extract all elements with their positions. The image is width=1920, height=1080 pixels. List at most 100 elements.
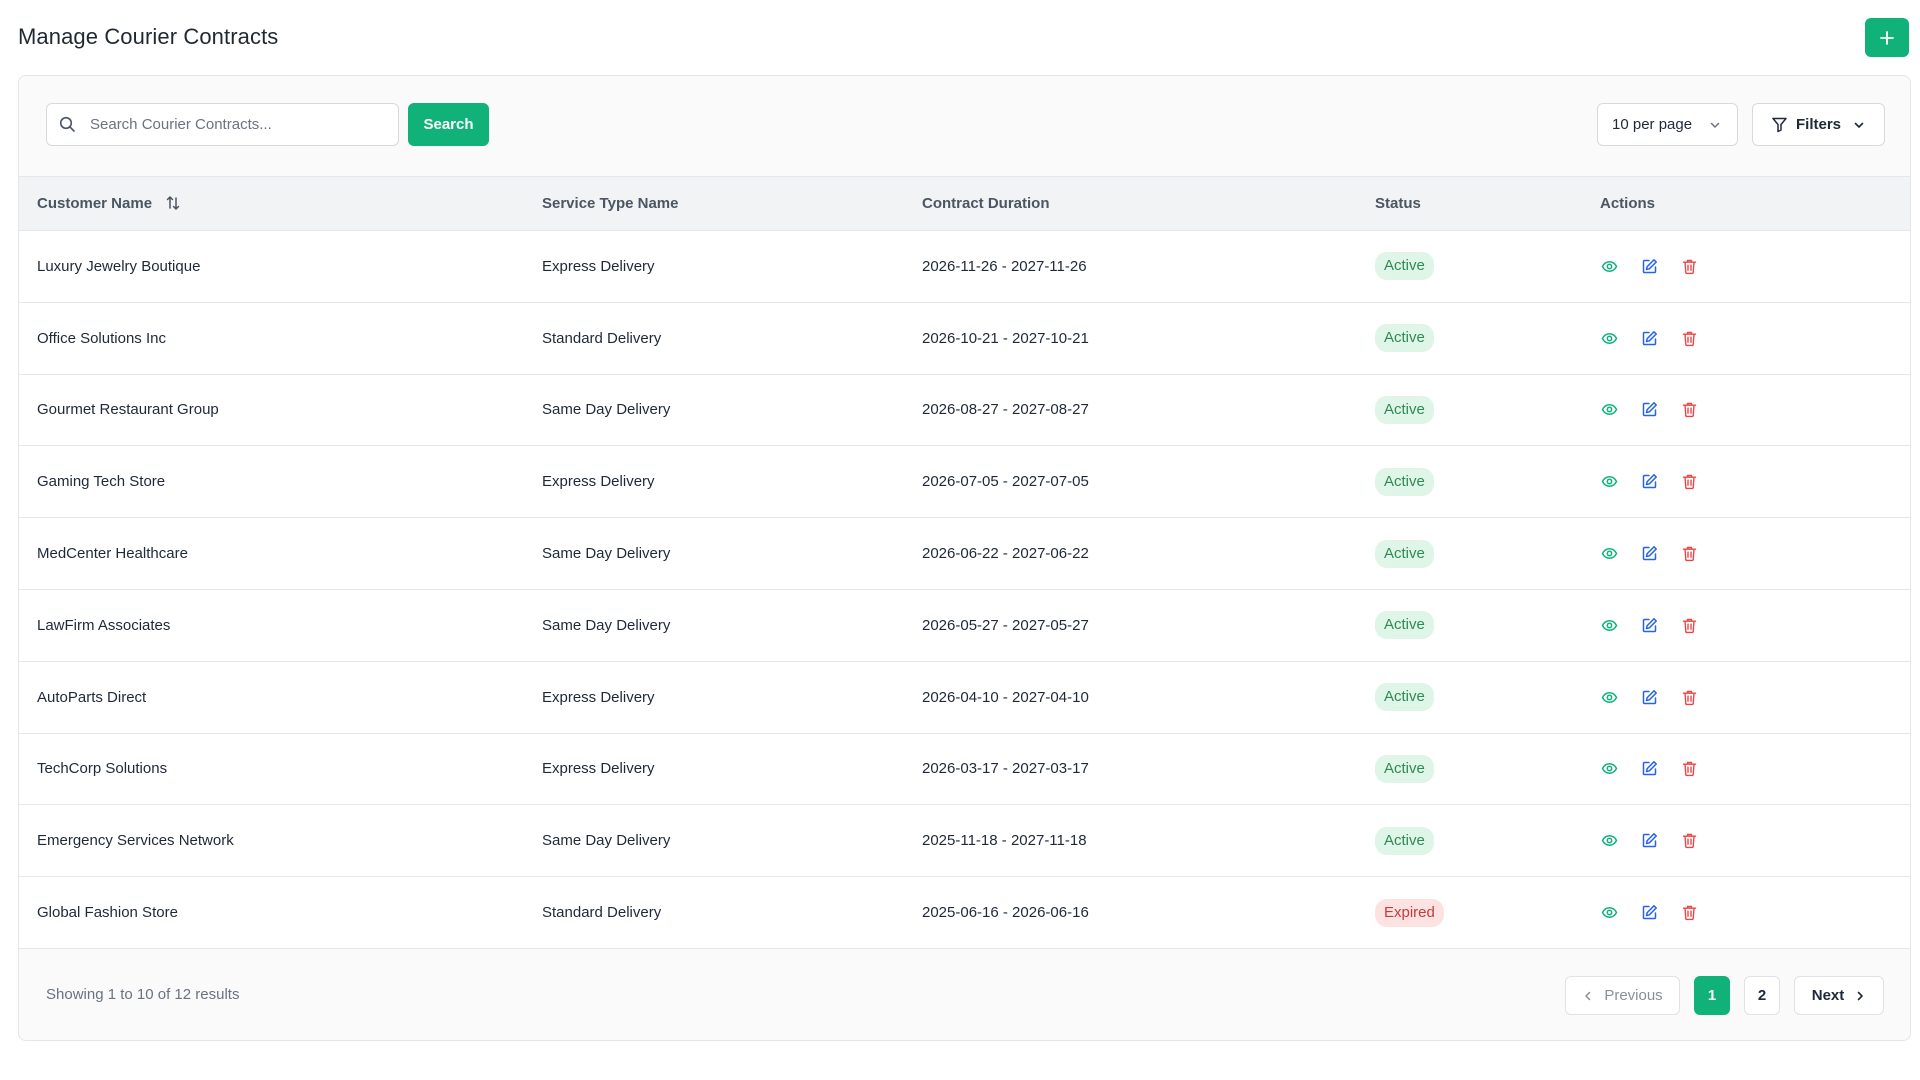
status-badge: Active bbox=[1375, 395, 1434, 424]
delete-button[interactable] bbox=[1680, 616, 1698, 634]
cell-customer-name: Luxury Jewelry Boutique bbox=[37, 257, 201, 275]
cell-actions bbox=[1582, 374, 1910, 446]
trash-icon bbox=[1682, 546, 1696, 562]
trash-icon bbox=[1682, 259, 1696, 274]
page-button-1[interactable]: 1 bbox=[1694, 976, 1730, 1015]
table-row: TechCorp Solutions Express Delivery 2026-0… bbox=[19, 733, 1910, 805]
eye-icon bbox=[1601, 835, 1617, 847]
cell-status: Active bbox=[1357, 446, 1582, 518]
cell-status: Active bbox=[1357, 733, 1582, 805]
view-button[interactable] bbox=[1600, 904, 1618, 922]
edit-icon bbox=[1642, 258, 1657, 274]
delete-button[interactable] bbox=[1680, 688, 1698, 706]
edit-button[interactable] bbox=[1640, 832, 1658, 850]
edit-button[interactable] bbox=[1640, 688, 1658, 706]
trash-icon bbox=[1682, 403, 1696, 418]
search-button[interactable]: Search bbox=[408, 103, 489, 146]
per-page-value: 10 per page bbox=[1612, 116, 1693, 133]
edit-button[interactable] bbox=[1640, 545, 1658, 563]
cell-actions bbox=[1582, 446, 1910, 518]
cell-service-type: Same Day Delivery bbox=[542, 545, 671, 563]
table-row: Gaming Tech Store Express Delivery 2026-07… bbox=[19, 445, 1910, 518]
delete-button[interactable] bbox=[1680, 760, 1698, 778]
search-input[interactable] bbox=[90, 116, 370, 133]
cell-customer-name: Global Fashion Store bbox=[37, 904, 178, 922]
edit-button[interactable] bbox=[1640, 257, 1658, 275]
cell-status: Active bbox=[1357, 589, 1582, 661]
cell-customer-name: Gourmet Restaurant Group bbox=[37, 401, 219, 419]
cell-contract-duration: 2026-07-05 - 2027-07-05 bbox=[922, 473, 1089, 491]
column-header-service-type: Service Type Name bbox=[542, 195, 679, 212]
table-footer: Showing 1 to 10 of 12 results Previous 1… bbox=[19, 948, 1910, 1040]
edit-button[interactable] bbox=[1640, 329, 1658, 347]
delete-button[interactable] bbox=[1680, 473, 1698, 491]
add-contract-button[interactable] bbox=[1865, 18, 1909, 57]
view-button[interactable] bbox=[1600, 616, 1618, 634]
view-button[interactable] bbox=[1600, 329, 1618, 347]
table-header-row: Customer Name Service Type Name Contract… bbox=[19, 176, 1910, 231]
column-header-customer[interactable]: Customer Name bbox=[19, 177, 524, 231]
status-badge: Active bbox=[1375, 467, 1434, 496]
next-page-button[interactable]: Next bbox=[1794, 976, 1884, 1015]
delete-button[interactable] bbox=[1680, 904, 1698, 922]
view-button[interactable] bbox=[1600, 832, 1618, 850]
status-badge: Expired bbox=[1375, 898, 1444, 927]
chevron-left-icon bbox=[1585, 991, 1591, 1000]
delete-button[interactable] bbox=[1680, 257, 1698, 275]
view-button[interactable] bbox=[1600, 401, 1618, 419]
contracts-card: Search 10 per page Filters bbox=[18, 75, 1911, 1041]
edit-button[interactable] bbox=[1640, 760, 1658, 778]
cell-customer-name: TechCorp Solutions bbox=[37, 760, 168, 778]
cell-service-type: Same Day Delivery bbox=[542, 832, 671, 850]
edit-button[interactable] bbox=[1640, 904, 1658, 922]
cell-customer-name: LawFirm Associates bbox=[37, 616, 171, 634]
view-button[interactable] bbox=[1600, 688, 1618, 706]
edit-button[interactable] bbox=[1640, 616, 1658, 634]
results-summary: Showing 1 to 10 of 12 results bbox=[46, 986, 240, 1003]
cell-status: Expired bbox=[1357, 877, 1582, 949]
edit-button[interactable] bbox=[1640, 473, 1658, 491]
edit-icon bbox=[1642, 546, 1657, 561]
status-badge: Active bbox=[1375, 324, 1434, 353]
trash-icon bbox=[1682, 690, 1696, 705]
eye-icon bbox=[1601, 404, 1617, 416]
sort-icon[interactable] bbox=[164, 194, 182, 212]
trash-icon bbox=[1682, 618, 1696, 633]
eye-icon bbox=[1601, 619, 1617, 631]
eye-icon bbox=[1601, 691, 1617, 703]
cell-actions bbox=[1582, 231, 1910, 303]
cell-service-type: Same Day Delivery bbox=[542, 616, 671, 634]
cell-service-type: Express Delivery bbox=[542, 473, 655, 491]
cell-actions bbox=[1582, 518, 1910, 590]
eye-icon bbox=[1601, 332, 1617, 344]
page-button-2[interactable]: 2 bbox=[1744, 976, 1780, 1015]
cell-contract-duration: 2026-08-27 - 2027-08-27 bbox=[922, 401, 1089, 419]
trash-icon bbox=[1682, 905, 1696, 921]
filters-button[interactable]: Filters bbox=[1752, 103, 1885, 146]
delete-button[interactable] bbox=[1680, 401, 1698, 419]
delete-button[interactable] bbox=[1680, 329, 1698, 347]
delete-button[interactable] bbox=[1680, 545, 1698, 563]
cell-contract-duration: 2026-11-26 - 2027-11-26 bbox=[922, 257, 1087, 275]
cell-contract-duration: 2025-11-18 - 2027-11-18 bbox=[922, 832, 1087, 850]
per-page-select[interactable]: 10 per page bbox=[1597, 103, 1738, 146]
trash-icon bbox=[1682, 834, 1696, 849]
view-button[interactable] bbox=[1600, 545, 1618, 563]
cell-customer-name: MedCenter Healthcare bbox=[37, 545, 188, 563]
view-button[interactable] bbox=[1600, 257, 1618, 275]
cell-customer-name: Office Solutions Inc bbox=[37, 329, 166, 347]
cell-status: Active bbox=[1357, 231, 1582, 303]
status-badge: Active bbox=[1375, 539, 1434, 568]
cell-actions bbox=[1582, 733, 1910, 805]
cell-service-type: Standard Delivery bbox=[542, 904, 662, 922]
view-button[interactable] bbox=[1600, 473, 1618, 491]
previous-page-button[interactable]: Previous bbox=[1565, 976, 1680, 1015]
cell-status: Active bbox=[1357, 302, 1582, 374]
view-button[interactable] bbox=[1600, 760, 1618, 778]
edit-button[interactable] bbox=[1640, 401, 1658, 419]
column-header-status: Status bbox=[1375, 195, 1421, 212]
delete-button[interactable] bbox=[1680, 832, 1698, 850]
search-icon bbox=[59, 116, 75, 132]
search-box[interactable] bbox=[46, 103, 399, 146]
cell-service-type: Express Delivery bbox=[542, 760, 655, 778]
